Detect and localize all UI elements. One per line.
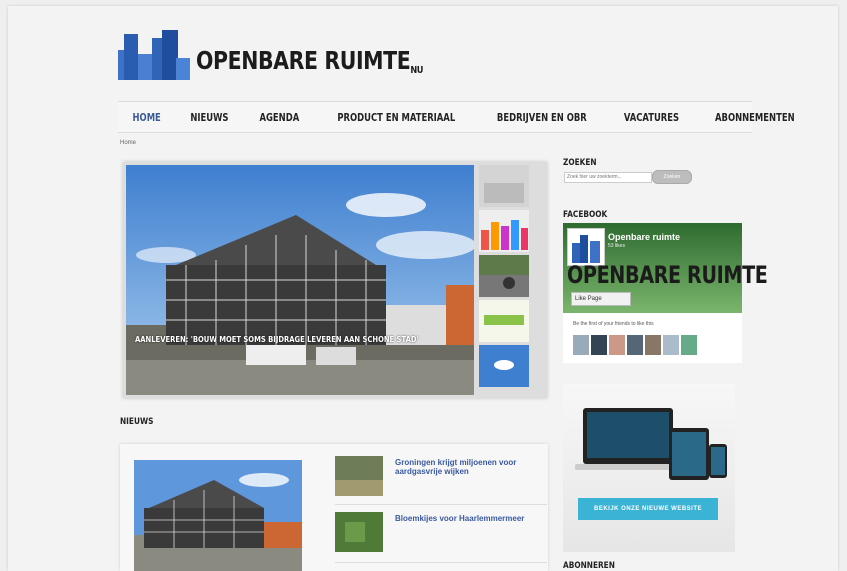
site-logo[interactable]: OPENBARE RUIMTENU <box>118 28 473 80</box>
construction-site-photo <box>134 460 302 571</box>
thumbnail-image <box>479 165 529 207</box>
construction-site-photo <box>126 165 474 395</box>
thumbnail[interactable] <box>479 255 529 297</box>
avatar[interactable] <box>573 335 589 355</box>
nav-item-home[interactable]: HOME <box>122 111 171 124</box>
ad-cta-button[interactable]: BEKIJK ONZE NIEUWE WEBSITE <box>578 498 718 520</box>
avatar[interactable] <box>681 335 697 355</box>
thumbnail-image <box>479 345 529 387</box>
thumbnail-image <box>335 456 383 496</box>
search-input[interactable] <box>564 172 652 183</box>
search-heading: ZOEKEN <box>563 158 597 168</box>
news-item-title[interactable]: Groningen krijgt miljoenen voor aardgasv… <box>395 458 535 476</box>
page: OPENBARE RUIMTENU HOME NIEUWS AGENDA PRO… <box>0 0 847 571</box>
facebook-cover-text: OPENBARE RUIMTE <box>567 261 768 289</box>
breadcrumb[interactable]: Home <box>120 140 136 146</box>
main-navigation: HOME NIEUWS AGENDA PRODUCT EN MATERIAAL … <box>118 101 795 133</box>
nav-item-vacatures[interactable]: VACATURES <box>614 111 690 124</box>
avatar[interactable] <box>609 335 625 355</box>
facebook-page-name[interactable]: Openbare ruimte <box>608 232 680 242</box>
slider-thumbnails <box>479 165 545 395</box>
avatar[interactable] <box>627 335 643 355</box>
divider <box>335 504 547 505</box>
avatar[interactable] <box>645 335 661 355</box>
thumbnail-image <box>335 512 383 552</box>
facebook-friend-faces <box>573 335 697 355</box>
city-skyline-icon <box>118 30 190 80</box>
news-section: Groningen krijgt miljoenen voor aardgasv… <box>120 444 548 571</box>
news-list-item[interactable]: Bloemkijes voor Haarlemmermeer <box>335 512 547 556</box>
slide-caption[interactable]: AANLEVEREN: 'BOUW MOET SOMS BIJDRAGE LEV… <box>135 335 419 344</box>
nav-item-abonnementen[interactable]: ABONNEMENTEN <box>705 111 805 124</box>
thumbnail-image <box>479 300 529 342</box>
thumbnail-image <box>479 255 529 297</box>
facebook-widget: Openbare ruimte 53 likes OPENBARE RUIMTE… <box>563 223 768 363</box>
facebook-cta-text: Be the first of your friends to like thi… <box>573 321 654 327</box>
devices-mockup-image <box>575 408 727 480</box>
news-feature-image[interactable] <box>134 460 302 571</box>
featured-slider: AANLEVEREN: 'BOUW MOET SOMS BIJDRAGE LEV… <box>123 162 547 398</box>
nav-item-product-en-materiaal[interactable]: PRODUCT EN MATERIAAL <box>327 111 465 124</box>
subscribe-heading: ABONNEREN <box>563 561 615 571</box>
news-list-item[interactable]: Groningen krijgt miljoenen voor aardgasv… <box>335 456 547 500</box>
facebook-heading: FACEBOOK <box>563 210 608 220</box>
nav-item-agenda[interactable]: AGENDA <box>249 111 309 124</box>
thumbnail[interactable] <box>479 210 529 252</box>
news-thumbnail <box>335 456 383 496</box>
news-thumbnail <box>335 512 383 552</box>
website-ad-banner[interactable]: BEKIJK ONZE NIEUWE WEBSITE <box>563 384 735 552</box>
thumbnail-image <box>479 210 529 252</box>
slide-image[interactable]: AANLEVEREN: 'BOUW MOET SOMS BIJDRAGE LEV… <box>126 165 474 395</box>
site-title: OPENBARE RUIMTENU <box>196 46 424 76</box>
thumbnail[interactable] <box>479 165 529 207</box>
search-button[interactable]: Zoeken <box>652 170 692 184</box>
facebook-likes: 53 likes <box>608 243 625 249</box>
facebook-like-button[interactable]: Like Page <box>571 292 631 306</box>
avatar[interactable] <box>663 335 679 355</box>
nav-item-nieuws[interactable]: NIEUWS <box>180 111 238 124</box>
divider <box>335 562 547 563</box>
thumbnail[interactable] <box>479 345 529 387</box>
news-heading: NIEUWS <box>120 417 154 427</box>
city-skyline-icon <box>572 235 600 263</box>
avatar[interactable] <box>591 335 607 355</box>
news-item-title[interactable]: Bloemkijes voor Haarlemmermeer <box>395 514 535 523</box>
thumbnail[interactable] <box>479 300 529 342</box>
nav-item-bedrijven-en-obr[interactable]: BEDRIJVEN EN OBR <box>487 111 597 124</box>
